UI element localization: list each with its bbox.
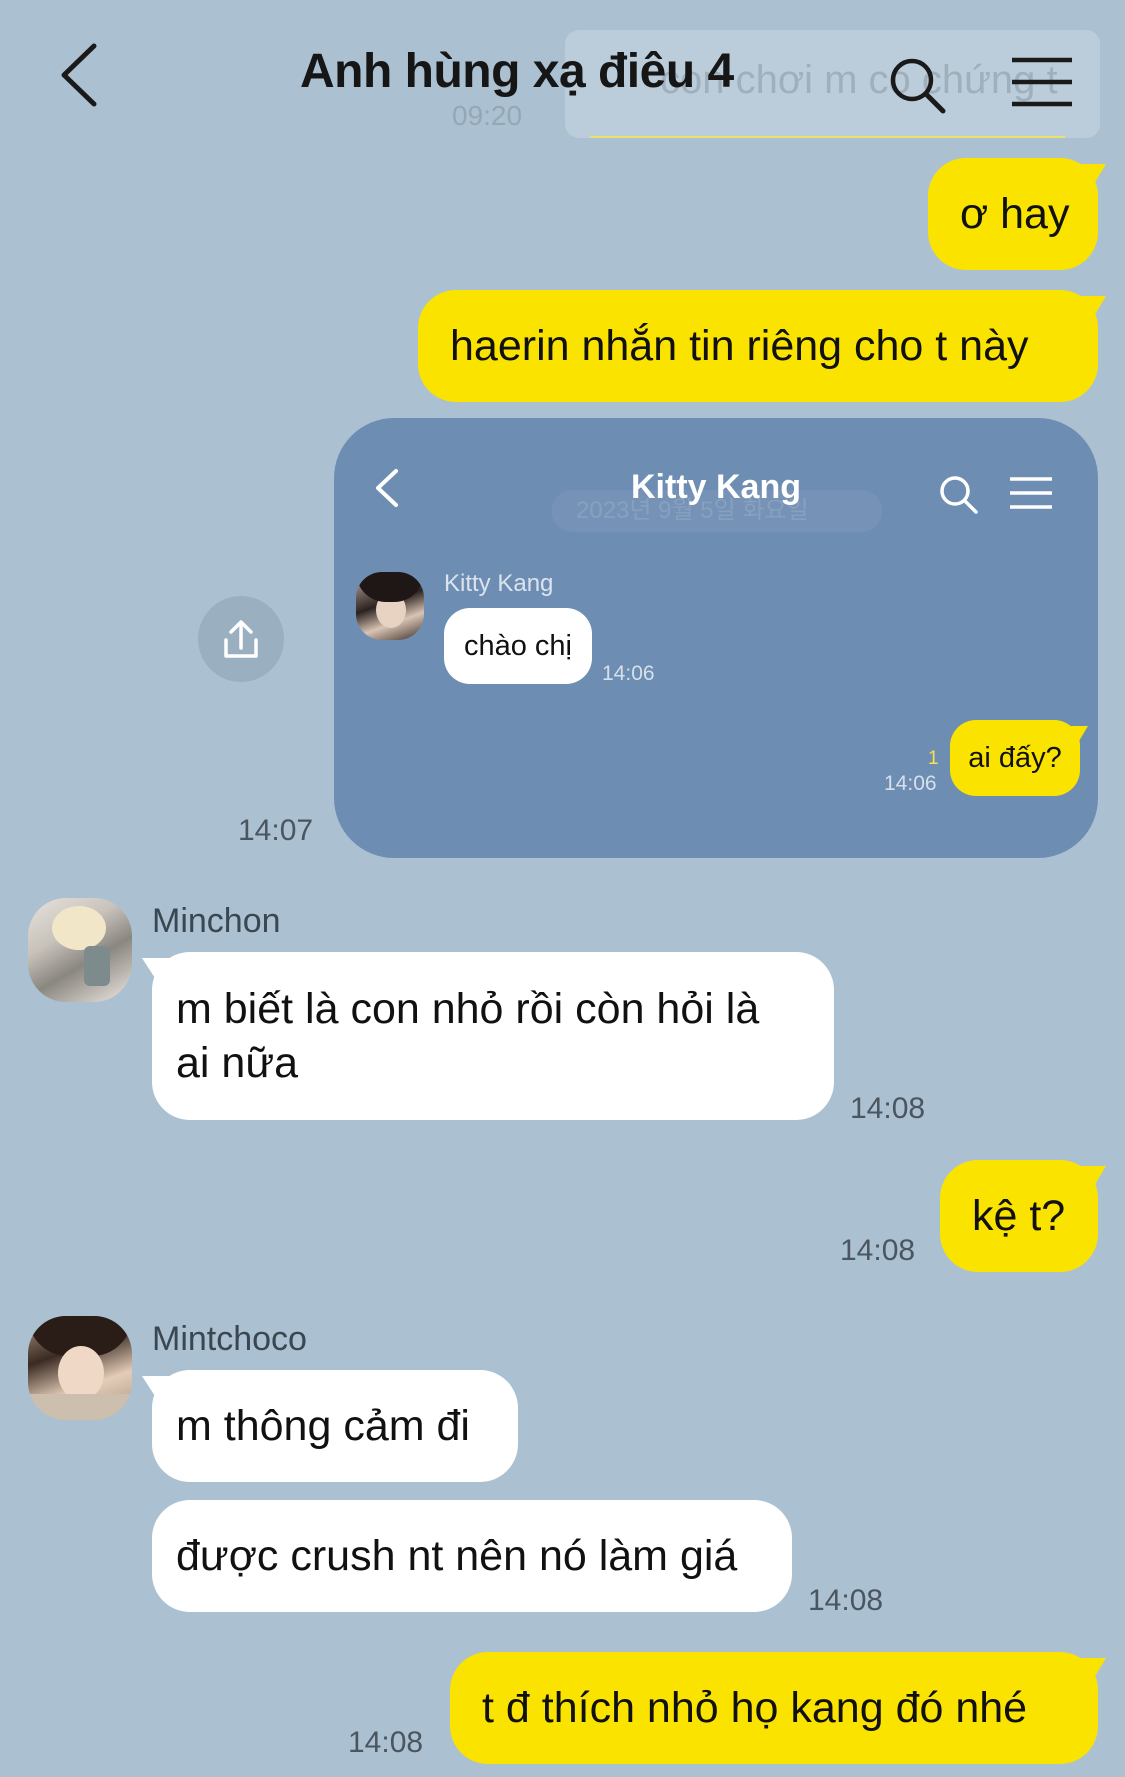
my-message-bubble[interactable]: ơ hay bbox=[928, 158, 1098, 270]
sender-name: Minchon bbox=[152, 902, 281, 940]
embedded-unread-count: 1 bbox=[928, 748, 939, 769]
avatar[interactable] bbox=[28, 898, 132, 1002]
background-ghost-line bbox=[590, 136, 1065, 138]
embedded-menu-icon bbox=[1010, 477, 1052, 509]
message-text: ơ hay bbox=[960, 189, 1070, 238]
background-ghost-time: 09:20 bbox=[452, 100, 523, 131]
embedded-sender-name: Kitty Kang bbox=[444, 570, 554, 597]
message-text: m thông cảm đi bbox=[176, 1401, 470, 1450]
message-text: t đ thích nhỏ họ kang đó nhé bbox=[482, 1683, 1028, 1732]
sender-name: Mintchoco bbox=[152, 1320, 307, 1358]
chat-title: Anh hùng xạ điêu 4 bbox=[300, 45, 734, 98]
message-text-line: m biết là con nhỏ rồi còn hỏi là bbox=[176, 985, 760, 1033]
my-message-bubble[interactable]: haerin nhắn tin riêng cho t này bbox=[418, 290, 1098, 402]
embedded-avatar bbox=[356, 572, 424, 640]
embedded-outgoing-text: ai đấy? bbox=[968, 742, 1062, 774]
share-upload-icon bbox=[224, 620, 258, 658]
message-text: được crush nt nên nó làm giá bbox=[176, 1531, 738, 1580]
embedded-incoming-text: chào chị bbox=[463, 630, 572, 662]
message-text: kệ t? bbox=[972, 1191, 1066, 1240]
embedded-incoming-time: 14:06 bbox=[602, 662, 655, 685]
hamburger-menu-icon[interactable] bbox=[1010, 56, 1074, 108]
message-time: 14:08 bbox=[808, 1584, 884, 1617]
message-text-line: ai nữa bbox=[176, 1039, 299, 1087]
message-time: 14:08 bbox=[850, 1092, 926, 1125]
message-text: haerin nhắn tin riêng cho t này bbox=[450, 321, 1029, 370]
chevron-left-icon[interactable] bbox=[56, 42, 106, 108]
their-message-bubble[interactable]: m thông cảm đi bbox=[152, 1370, 518, 1482]
avatar[interactable] bbox=[28, 1316, 132, 1420]
share-button[interactable] bbox=[198, 596, 284, 682]
embedded-incoming-bubble: chào chị bbox=[444, 608, 592, 684]
message-time: 14:08 bbox=[348, 1726, 424, 1759]
embedded-screenshot-image[interactable]: 2023년 9월 5일 화요일 Kitty Kang Kitty Kang ch… bbox=[334, 418, 1098, 858]
message-time: 14:07 bbox=[238, 814, 314, 847]
my-message-bubble[interactable]: kệ t? bbox=[940, 1160, 1098, 1272]
message-time: 14:08 bbox=[840, 1234, 916, 1267]
embedded-outgoing-bubble: ai đấy? bbox=[950, 720, 1080, 796]
their-message-bubble[interactable]: m biết là con nhỏ rồi còn hỏi là ai nữa bbox=[152, 952, 834, 1120]
search-icon[interactable] bbox=[888, 56, 946, 114]
my-message-bubble[interactable]: t đ thích nhỏ họ kang đó nhé bbox=[450, 1652, 1098, 1764]
embedded-title: Kitty Kang bbox=[631, 468, 801, 506]
their-message-bubble[interactable]: được crush nt nên nó làm giá bbox=[152, 1500, 792, 1612]
embedded-search-icon bbox=[940, 476, 978, 514]
embedded-outgoing-time: 14:06 bbox=[884, 772, 937, 795]
